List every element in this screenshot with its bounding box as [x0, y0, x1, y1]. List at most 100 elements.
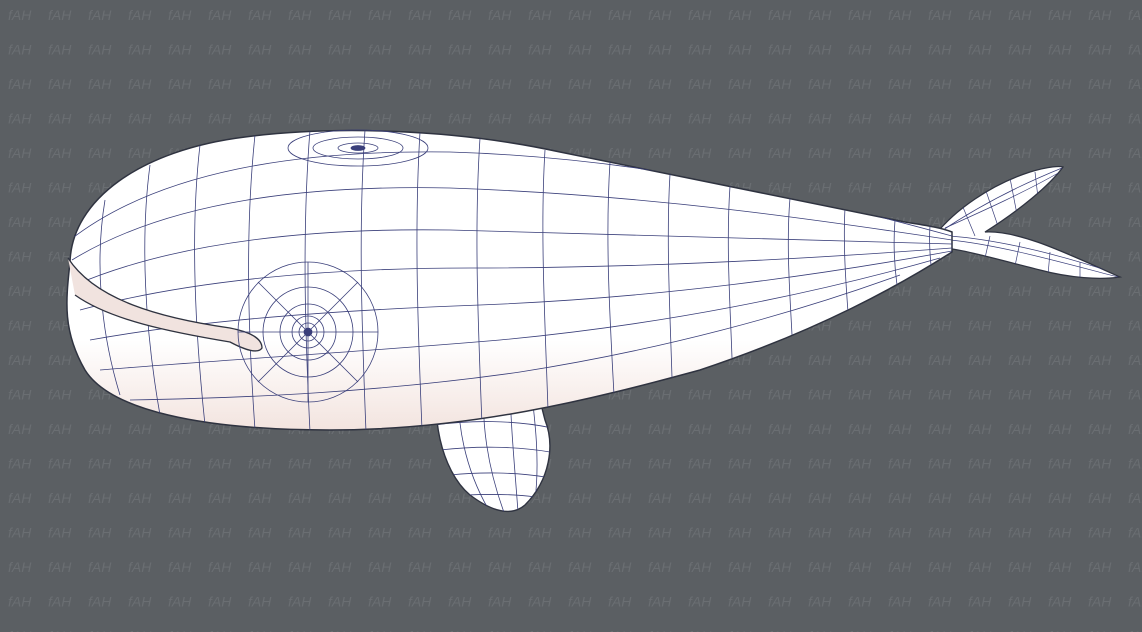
- watermark-text: fAH: [808, 145, 832, 161]
- watermark-text: fAH: [128, 490, 152, 506]
- watermark-text: fAH: [448, 42, 472, 58]
- watermark-text: fAH: [48, 111, 72, 127]
- watermark-text: fAH: [1008, 7, 1032, 23]
- watermark-text: fAH: [168, 421, 192, 437]
- watermark-text: fAH: [488, 76, 512, 92]
- watermark-text: fAH: [1088, 559, 1112, 575]
- watermark-text: fAH: [608, 42, 632, 58]
- watermark-text: fAH: [1048, 387, 1072, 403]
- watermark-text: fAH: [928, 456, 952, 472]
- watermark-text: fAH: [768, 594, 792, 610]
- watermark-text: fAH: [928, 42, 952, 58]
- watermark-text: fAH: [648, 594, 672, 610]
- watermark-text: fAH: [128, 42, 152, 58]
- watermark-text: fAH: [248, 490, 272, 506]
- watermark-text: fAH: [328, 525, 352, 541]
- watermark-text: fAH: [408, 42, 432, 58]
- watermark-text: fAH: [288, 42, 312, 58]
- watermark-text: fAH: [648, 145, 672, 161]
- watermark-text: fAH: [248, 594, 272, 610]
- watermark-text: fAH: [928, 559, 952, 575]
- watermark-text: fAH: [168, 594, 192, 610]
- watermark-text: fAH: [1088, 283, 1112, 299]
- watermark-text: fAH: [408, 525, 432, 541]
- watermark-text: fAH: [48, 76, 72, 92]
- watermark-text: fAH: [808, 559, 832, 575]
- watermark-text: fAH: [768, 490, 792, 506]
- watermark-text: fAH: [288, 490, 312, 506]
- watermark-text: fAH: [288, 7, 312, 23]
- watermark-text: fAH: [888, 421, 912, 437]
- watermark-text: fAH: [968, 559, 992, 575]
- watermark-text: fAH: [848, 421, 872, 437]
- watermark-text: fAH: [208, 76, 232, 92]
- watermark-text: fAH: [1128, 111, 1142, 127]
- watermark-text: fAH: [1128, 214, 1142, 230]
- watermark-text: fAH: [928, 318, 952, 334]
- watermark-text: fAH: [728, 594, 752, 610]
- watermark-text: fAH: [408, 456, 432, 472]
- watermark-text: fAH: [808, 7, 832, 23]
- watermark-text: fAH: [848, 456, 872, 472]
- watermark-text: fAH: [8, 318, 32, 334]
- 3d-viewport[interactable]: fAH fAH fAH fAH fAH fAH fAH fAH fAH fAH fAH fAH fAH f…: [0, 0, 1142, 632]
- watermark-text: fAH: [648, 456, 672, 472]
- watermark-text: fAH: [488, 111, 512, 127]
- watermark-text: fAH: [808, 594, 832, 610]
- watermark-text: fAH: [88, 145, 112, 161]
- watermark-text: fAH: [8, 283, 32, 299]
- watermark-text: fAH: [648, 525, 672, 541]
- watermark-text: fAH: [568, 456, 592, 472]
- watermark-text: fAH: [648, 490, 672, 506]
- watermark-text: fAH: [1128, 559, 1142, 575]
- watermark-text: fAH: [408, 559, 432, 575]
- watermark-text: fAH: [288, 111, 312, 127]
- watermark-text: fAH: [888, 628, 912, 632]
- watermark-text: fAH: [88, 7, 112, 23]
- watermark-text: fAH: [1008, 111, 1032, 127]
- watermark-text: fAH: [208, 42, 232, 58]
- watermark-text: fAH: [1048, 76, 1072, 92]
- watermark-text: fAH: [728, 387, 752, 403]
- watermark-text: fAH: [888, 76, 912, 92]
- watermark-text: fAH: [1008, 42, 1032, 58]
- watermark-text: fAH: [48, 628, 72, 632]
- watermark-text: fAH: [328, 7, 352, 23]
- watermark-text: fAH: [808, 525, 832, 541]
- watermark-text: fAH: [1008, 76, 1032, 92]
- watermark-text: fAH: [768, 456, 792, 472]
- watermark-text: fAH: [768, 7, 792, 23]
- watermark-text: fAH: [968, 352, 992, 368]
- watermark-text: fAH: [328, 76, 352, 92]
- watermark-text: fAH: [128, 145, 152, 161]
- watermark-text: fAH: [8, 490, 32, 506]
- watermark-text: fAH: [8, 145, 32, 161]
- watermark-text: fAH: [648, 7, 672, 23]
- watermark-text: fAH: [808, 42, 832, 58]
- watermark-text: fAH: [688, 559, 712, 575]
- watermark-text: fAH: [448, 76, 472, 92]
- watermark-text: fAH: [1088, 628, 1112, 632]
- watermark-text: fAH: [1048, 283, 1072, 299]
- watermark-text: fAH: [688, 490, 712, 506]
- watermark-text: fAH: [248, 456, 272, 472]
- watermark-text: fAH: [888, 594, 912, 610]
- watermark-text: fAH: [368, 594, 392, 610]
- watermark-text: fAH: [968, 594, 992, 610]
- watermark-text: fAH: [688, 421, 712, 437]
- watermark-text: fAH: [728, 111, 752, 127]
- watermark-text: fAH: [968, 318, 992, 334]
- watermark-text: fAH: [928, 7, 952, 23]
- watermark-text: fAH: [208, 525, 232, 541]
- watermark-text: fAH: [248, 42, 272, 58]
- watermark-text: fAH: [928, 352, 952, 368]
- watermark-text: fAH: [1008, 594, 1032, 610]
- watermark-text: fAH: [48, 7, 72, 23]
- watermark-text: fAH: [688, 42, 712, 58]
- watermark-text: fAH: [1048, 525, 1072, 541]
- watermark-text: fAH: [1048, 421, 1072, 437]
- watermark-text: fAH: [1128, 42, 1142, 58]
- watermark-text: fAH: [728, 145, 752, 161]
- watermark-text: fAH: [1048, 352, 1072, 368]
- watermark-text: fAH: [1088, 42, 1112, 58]
